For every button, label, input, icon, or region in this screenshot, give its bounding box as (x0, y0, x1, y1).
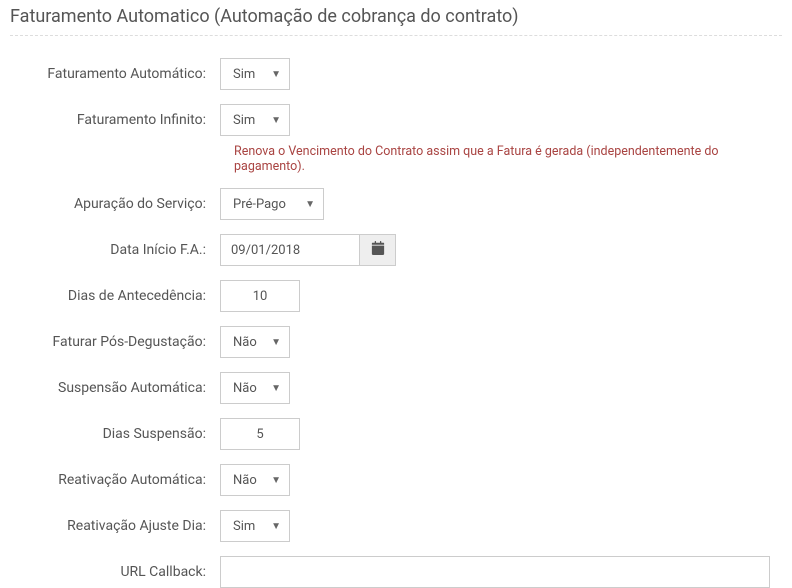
chevron-down-icon: ▼ (271, 475, 281, 486)
chevron-down-icon: ▼ (271, 521, 281, 532)
row-apuracao-servico: Apuração do Serviço: Pré-Pago ▼ (10, 188, 782, 220)
datepicker-button[interactable] (360, 234, 396, 266)
row-data-inicio-fa: Data Início F.A.: (10, 234, 782, 266)
chevron-down-icon: ▼ (271, 69, 281, 80)
label-apuracao-servico: Apuração do Serviço: (10, 196, 220, 212)
select-value: Sim (233, 113, 255, 128)
chevron-down-icon: ▼ (271, 383, 281, 394)
row-url-callback: URL Callback: (10, 556, 782, 588)
label-faturamento-infinito: Faturamento Infinito: (10, 112, 220, 128)
chevron-down-icon: ▼ (271, 337, 281, 348)
select-value: Não (233, 473, 257, 488)
row-faturar-pos-degustacao: Faturar Pós-Degustação: Não ▼ (10, 326, 782, 358)
label-suspensao-automatica: Suspensão Automática: (10, 380, 220, 396)
label-dias-antecedencia: Dias de Antecedência: (10, 288, 220, 304)
row-faturamento-automatico: Faturamento Automático: Sim ▼ (10, 58, 782, 90)
select-reativacao-automatica[interactable]: Não ▼ (220, 464, 290, 496)
row-suspensao-automatica: Suspensão Automática: Não ▼ (10, 372, 782, 404)
row-dias-suspensao: Dias Suspensão: (10, 418, 782, 450)
input-dias-antecedencia[interactable] (220, 280, 300, 312)
calendar-icon (371, 241, 385, 259)
select-faturamento-automatico[interactable]: Sim ▼ (220, 58, 290, 90)
section-title: Faturamento Automatico (Automação de cob… (10, 6, 782, 36)
select-faturamento-infinito[interactable]: Sim ▼ (220, 104, 290, 136)
input-data-inicio-fa[interactable] (220, 234, 360, 266)
help-faturamento-infinito: Renova o Vencimento do Contrato assim qu… (234, 144, 782, 174)
row-reativacao-ajuste-dia: Reativação Ajuste Dia: Sim ▼ (10, 510, 782, 542)
label-dias-suspensao: Dias Suspensão: (10, 426, 220, 442)
select-value: Não (233, 335, 257, 350)
chevron-down-icon: ▼ (305, 199, 315, 210)
label-data-inicio-fa: Data Início F.A.: (10, 242, 220, 258)
row-faturamento-infinito: Faturamento Infinito: Sim ▼ (10, 104, 782, 136)
label-reativacao-automatica: Reativação Automática: (10, 472, 220, 488)
select-value: Pré-Pago (233, 197, 286, 212)
input-dias-suspensao[interactable] (220, 418, 300, 450)
label-faturar-pos-degustacao: Faturar Pós-Degustação: (10, 334, 220, 350)
label-url-callback: URL Callback: (10, 564, 220, 580)
select-suspensao-automatica[interactable]: Não ▼ (220, 372, 290, 404)
select-value: Sim (233, 519, 255, 534)
select-apuracao-servico[interactable]: Pré-Pago ▼ (220, 188, 324, 220)
chevron-down-icon: ▼ (271, 115, 281, 126)
row-reativacao-automatica: Reativação Automática: Não ▼ (10, 464, 782, 496)
label-faturamento-automatico: Faturamento Automático: (10, 66, 220, 82)
select-value: Sim (233, 67, 255, 82)
select-reativacao-ajuste-dia[interactable]: Sim ▼ (220, 510, 290, 542)
row-dias-antecedencia: Dias de Antecedência: (10, 280, 782, 312)
select-value: Não (233, 381, 257, 396)
input-url-callback[interactable] (220, 556, 770, 588)
select-faturar-pos-degustacao[interactable]: Não ▼ (220, 326, 290, 358)
